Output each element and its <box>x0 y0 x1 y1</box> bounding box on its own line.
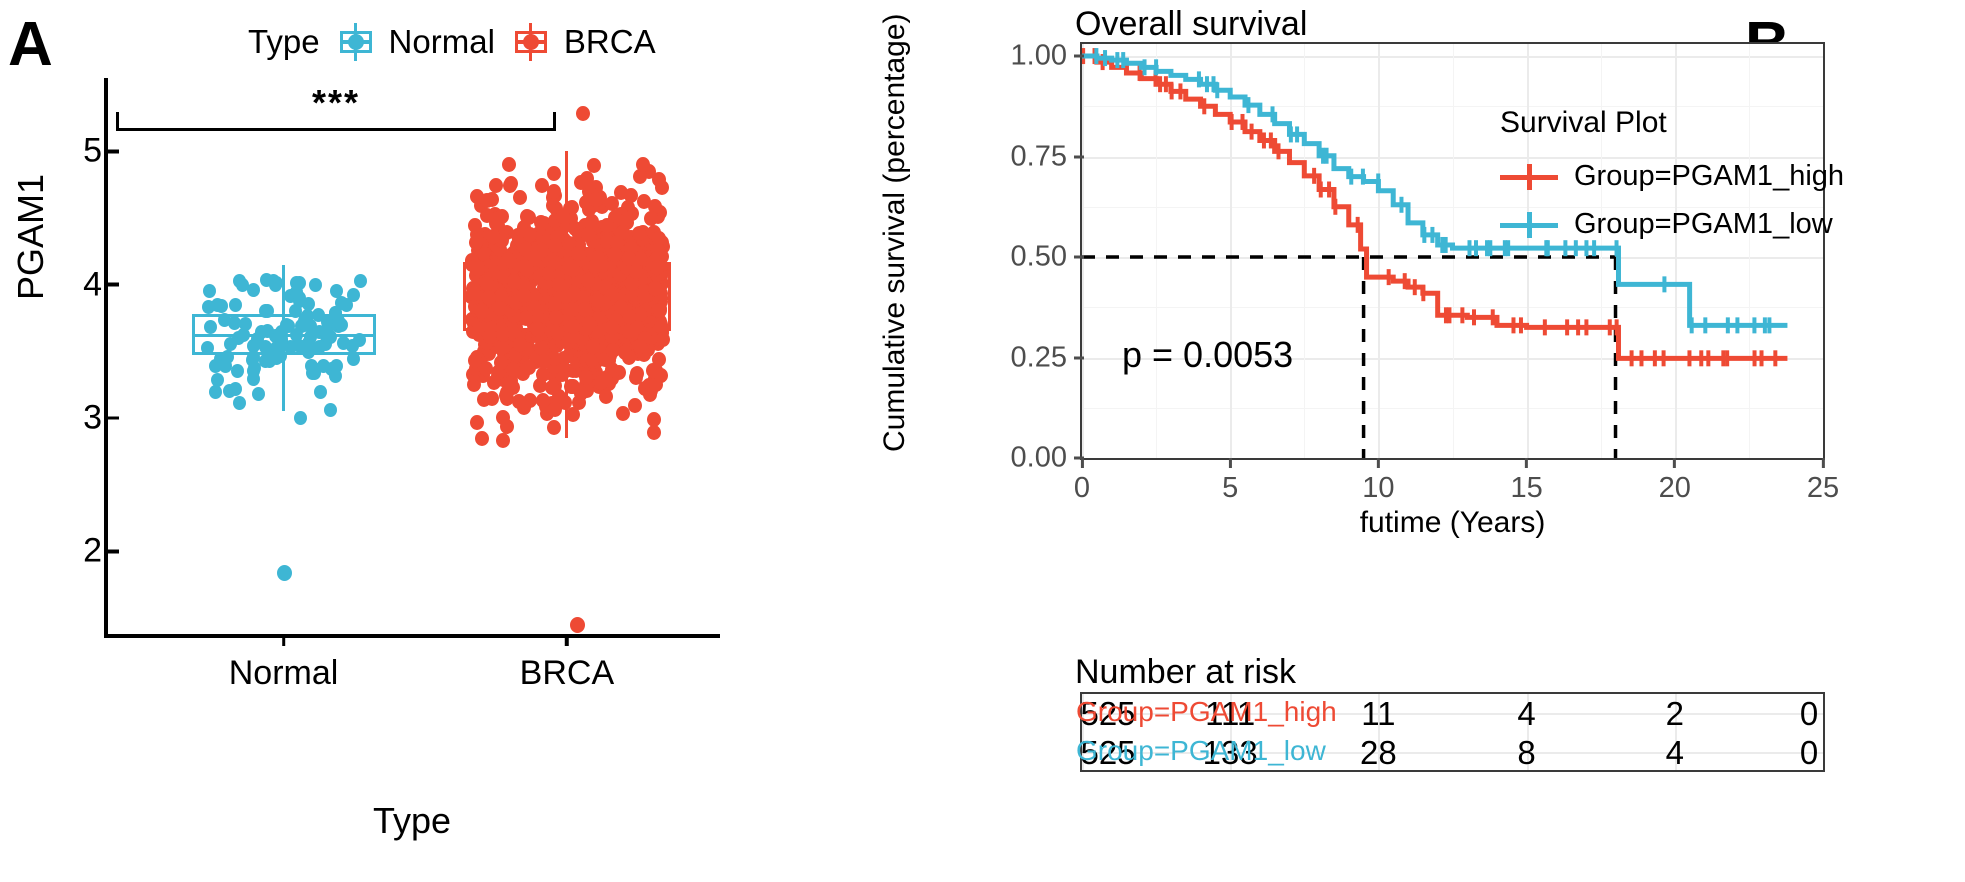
km-x-tick: 15 <box>1510 458 1543 505</box>
risk-table-cell: 4 <box>1665 734 1684 771</box>
km-x-tick: 10 <box>1362 458 1395 505</box>
km-x-tick-label: 0 <box>1073 472 1091 504</box>
km-y-tick: 1.00 <box>1010 39 1084 73</box>
km-y-tick-label: 1.00 <box>1010 39 1067 72</box>
panel-a-y-tick-label: 2 <box>83 531 102 570</box>
panel-a-y-tick: 3 <box>83 398 119 438</box>
km-y-tick: 0.75 <box>1010 140 1084 173</box>
km-x-tick-label: 10 <box>1362 472 1395 504</box>
figure-root: A Type Normal BRCA *** 2 3 4 5 Normal BR… <box>0 0 1965 882</box>
km-x-tick-mark <box>1228 458 1232 468</box>
km-y-tick-mark <box>1074 255 1084 259</box>
km-y-tick-mark <box>1074 356 1084 359</box>
km-x-tick-label: 5 <box>1222 472 1239 504</box>
risk-table-cell: 28 <box>1360 734 1397 771</box>
panel-a: A Type Normal BRCA *** 2 3 4 5 Normal BR… <box>0 0 790 882</box>
panel-a-x-tick-label: Normal <box>228 654 339 692</box>
km-y-axis-label: Cumulative survival (percentage) <box>878 13 911 452</box>
panel-a-x-axis-label: Type <box>372 800 452 841</box>
risk-table-row-label: Group=PGAM1_high <box>1076 696 1337 728</box>
legend-entry-brca[interactable]: BRCA <box>511 22 656 62</box>
km-legend-label-high: Group=PGAM1_high <box>1574 160 1845 192</box>
risk-table-cell: 8 <box>1517 734 1536 771</box>
km-x-tick-label: 15 <box>1510 472 1543 504</box>
line-key-icon-high <box>1500 163 1558 190</box>
panel-a-y-tick-label: 4 <box>83 265 102 304</box>
km-legend-entry-low[interactable]: Group=PGAM1_low <box>1500 208 1844 241</box>
km-x-tick-label: 25 <box>1806 472 1840 504</box>
panel-a-x-tick: BRCA <box>520 634 614 693</box>
km-y-tick-mark <box>1074 155 1084 159</box>
boxplot-median <box>462 296 671 300</box>
boxplot-key-icon-brca <box>511 22 551 62</box>
km-y-tick-mark <box>1074 54 1084 58</box>
panel-a-x-tick-label: BRCA <box>519 654 615 692</box>
legend-label-brca: BRCA <box>563 23 656 60</box>
panel-letter-a: A <box>8 10 53 79</box>
panel-a-legend: Type Normal BRCA <box>248 22 656 62</box>
panel-a-y-tick-label: 3 <box>83 398 102 437</box>
legend-title: Type <box>248 23 320 60</box>
km-y-tick-label: 0.50 <box>1010 240 1067 273</box>
panel-a-plot-area: 2 3 4 5 Normal BRCA <box>83 78 720 692</box>
risk-table-title: Number at risk <box>1075 653 1297 691</box>
km-x-tick-mark <box>1673 458 1677 468</box>
risk-table-cell: 4 <box>1517 695 1536 732</box>
line-key-icon-low <box>1500 211 1558 238</box>
km-legend-label-low: Group=PGAM1_low <box>1574 208 1833 240</box>
km-legend-entry-high[interactable]: Group=PGAM1_high <box>1500 160 1844 193</box>
panel-a-y-tick: 5 <box>83 131 119 171</box>
km-x-tick-label: 20 <box>1658 472 1691 504</box>
km-y-tick-label: 0.75 <box>1010 140 1067 173</box>
panel-a-y-tick-label: 5 <box>83 131 102 170</box>
boxplot-key-icon-normal <box>336 22 376 62</box>
km-x-tick: 5 <box>1222 458 1238 505</box>
km-y-tick-label: 0.00 <box>1010 441 1067 474</box>
km-legend: Survival Plot Group=PGAM1_high Group=PGA… <box>1500 106 1844 256</box>
km-x-axis-label: futime (Years) <box>1359 506 1546 539</box>
km-y-tick-label: 0.25 <box>1010 341 1067 373</box>
km-x-tick-mark <box>1376 458 1380 468</box>
legend-entry-normal[interactable]: Normal <box>336 22 495 62</box>
km-x-tick: 25 <box>1807 458 1839 505</box>
risk-table-cell: 11 <box>1361 695 1396 732</box>
panel-b: B Overall survival 0.000.250.500.751.00 … <box>790 0 1965 882</box>
km-x-tick-mark <box>1525 458 1529 468</box>
km-y-tick: 0.50 <box>1010 240 1084 274</box>
km-x-tick: 20 <box>1659 458 1691 505</box>
panel-a-y-tick: 2 <box>83 531 119 571</box>
km-y-tick: 0.25 <box>1010 341 1084 374</box>
panel-a-y-axis-label: PGAM1 <box>10 173 51 300</box>
km-x-tick: 0 <box>1074 458 1090 505</box>
panel-a-y-tick: 4 <box>83 265 119 304</box>
risk-table-cell: 2 <box>1665 695 1684 732</box>
panel-a-x-tick: Normal <box>228 634 339 693</box>
km-x-tick-mark <box>1821 458 1825 468</box>
km-legend-title: Survival Plot <box>1500 106 1667 139</box>
km-y-tick: 0.00 <box>1010 441 1084 475</box>
risk-table-cell: 0 <box>1799 734 1819 771</box>
risk-table-cell: 0 <box>1799 695 1819 732</box>
km-plot-area: 0.00 0.25 0.50 0.75 1.00 0 5 10 15 20 25 Survival… <box>1011 40 1844 504</box>
km-x-tick-mark <box>1080 458 1084 468</box>
boxplot-brca <box>108 78 724 638</box>
risk-table-row-label: Group=PGAM1_low <box>1076 735 1326 767</box>
km-pvalue-annotation: p = 0.0053 <box>1122 334 1294 375</box>
km-plot-title: Overall survival <box>1075 5 1308 43</box>
legend-label-normal: Normal <box>388 23 495 60</box>
